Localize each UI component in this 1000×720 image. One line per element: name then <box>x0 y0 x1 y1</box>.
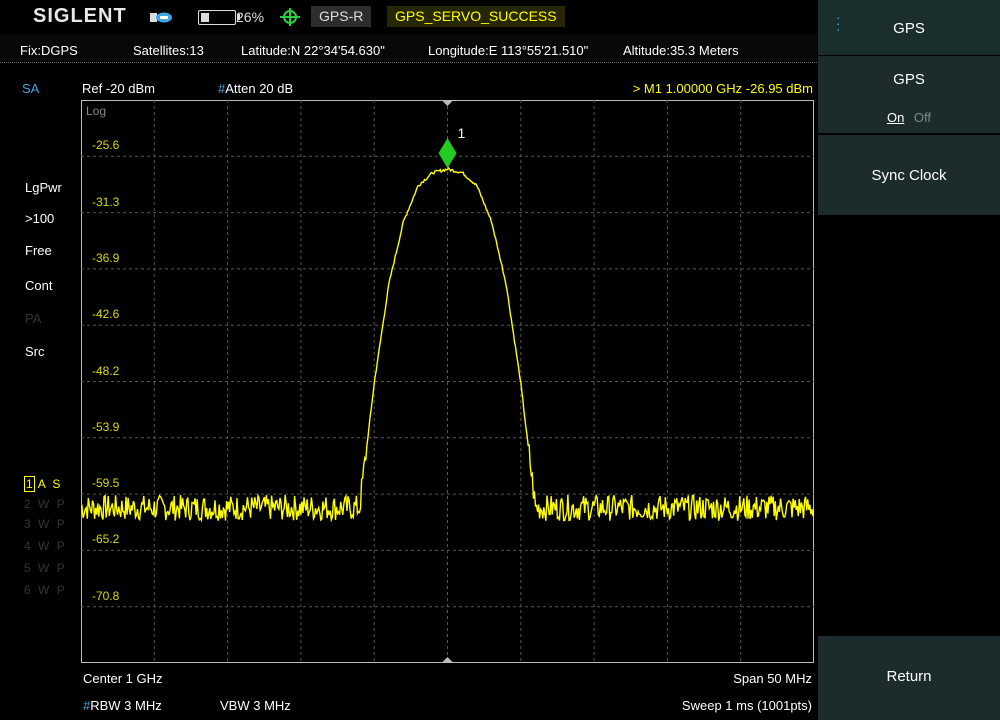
return-label: Return <box>886 668 932 685</box>
y-tick-label: -31.3 <box>92 194 120 209</box>
gps-antenna-icon <box>280 8 300 26</box>
detector-label: LgPwr <box>25 180 62 195</box>
marker-1-label: 1 <box>458 125 466 141</box>
trace-status-2: 2 W P <box>24 497 67 511</box>
softkey-menu-title: · · · GPS <box>818 0 1000 56</box>
vbw[interactable]: VBW 3 MHz <box>220 698 291 713</box>
attenuation[interactable]: #Atten 20 dB <box>218 81 293 96</box>
battery-percent: 26% <box>236 9 265 25</box>
center-frequency[interactable]: Center 1 GHz <box>83 671 162 686</box>
atten-value: Atten 20 dB <box>225 81 294 96</box>
trigger-label: Free <box>25 243 52 258</box>
y-tick-label: -36.9 <box>92 250 120 265</box>
gps-off-option[interactable]: Off <box>914 110 931 125</box>
gps-servo-status-badge: GPS_SERVO_SUCCESS <box>387 6 565 27</box>
trace-status-5: 5 W P <box>24 561 67 575</box>
y-tick-label: -65.2 <box>92 532 120 547</box>
sweep-time[interactable]: Sweep 1 ms (1001pts) <box>560 698 812 713</box>
status-bar: SIGLENT 26% GPS-R GPS_SERVO_SUCCESS <box>0 0 817 35</box>
mode-label[interactable]: SA <box>22 81 39 96</box>
y-tick-label: -53.9 <box>92 419 120 434</box>
usb-icon <box>150 12 172 23</box>
gps-info-bar: Fix:DGPS Satellites:13 Latitude:N 22°34'… <box>0 34 817 63</box>
trace-status-1: 1A S <box>24 476 63 492</box>
y-tick-label: -48.2 <box>92 363 120 378</box>
gps-toggle-button[interactable]: GPS On Off <box>818 56 1000 134</box>
rbw-value: RBW 3 MHz <box>90 698 162 713</box>
battery-level-fill <box>201 13 209 22</box>
gps-altitude: Altitude:35.3 Meters <box>623 43 739 58</box>
gps-on-option[interactable]: On <box>887 110 904 125</box>
span[interactable]: Span 50 MHz <box>640 671 812 686</box>
marker-1-diamond[interactable] <box>438 138 457 169</box>
y-tick-label: -70.8 <box>92 588 120 603</box>
gps-ref-badge: GPS-R <box>311 6 372 27</box>
average-count-label: >100 <box>25 211 55 226</box>
rbw[interactable]: #RBW 3 MHz <box>83 698 162 713</box>
source-label: Src <box>25 344 45 359</box>
center-pointer-top <box>441 100 454 106</box>
trace-status-3: 3 W P <box>24 517 67 531</box>
scale-type-label: Log <box>86 104 107 118</box>
trace-status-4: 4 W P <box>24 539 67 553</box>
sync-clock-button[interactable]: Sync Clock <box>818 135 1000 215</box>
gps-fix-type: Fix:DGPS <box>20 43 78 58</box>
gps-toggle-label: GPS <box>893 71 925 88</box>
y-tick-label: -42.6 <box>92 307 120 322</box>
trace-status-6: 6 W P <box>24 583 67 597</box>
marker-readout: > M1 1.00000 GHz -26.95 dBm <box>632 81 813 96</box>
graticule <box>81 100 814 663</box>
y-tick-label: -25.6 <box>92 138 120 153</box>
sweep-mode-label: Cont <box>25 278 53 293</box>
spectrum-plot: 1 <box>81 100 814 663</box>
gps-longitude: Longitude:E 113°55'21.510" <box>428 43 589 58</box>
gps-satellites: Satellites:13 <box>133 43 204 58</box>
gps-latitude: Latitude:N 22°34'54.630" <box>241 43 385 58</box>
battery-icon <box>198 10 240 25</box>
brand-logo: SIGLENT <box>33 5 127 27</box>
y-tick-label: -59.5 <box>92 476 120 491</box>
spectrum-graph[interactable]: 1 <box>81 100 814 663</box>
preamp-label: PA <box>25 311 42 326</box>
sync-clock-label: Sync Clock <box>871 167 947 184</box>
center-pointer-bottom <box>441 657 454 663</box>
softkey-panel: · · · GPS GPS On Off Sync Clock Return <box>818 0 1000 720</box>
softkey-title-label: GPS <box>893 20 925 37</box>
ref-level[interactable]: Ref -20 dBm <box>82 81 155 96</box>
return-button[interactable]: Return <box>818 636 1000 720</box>
